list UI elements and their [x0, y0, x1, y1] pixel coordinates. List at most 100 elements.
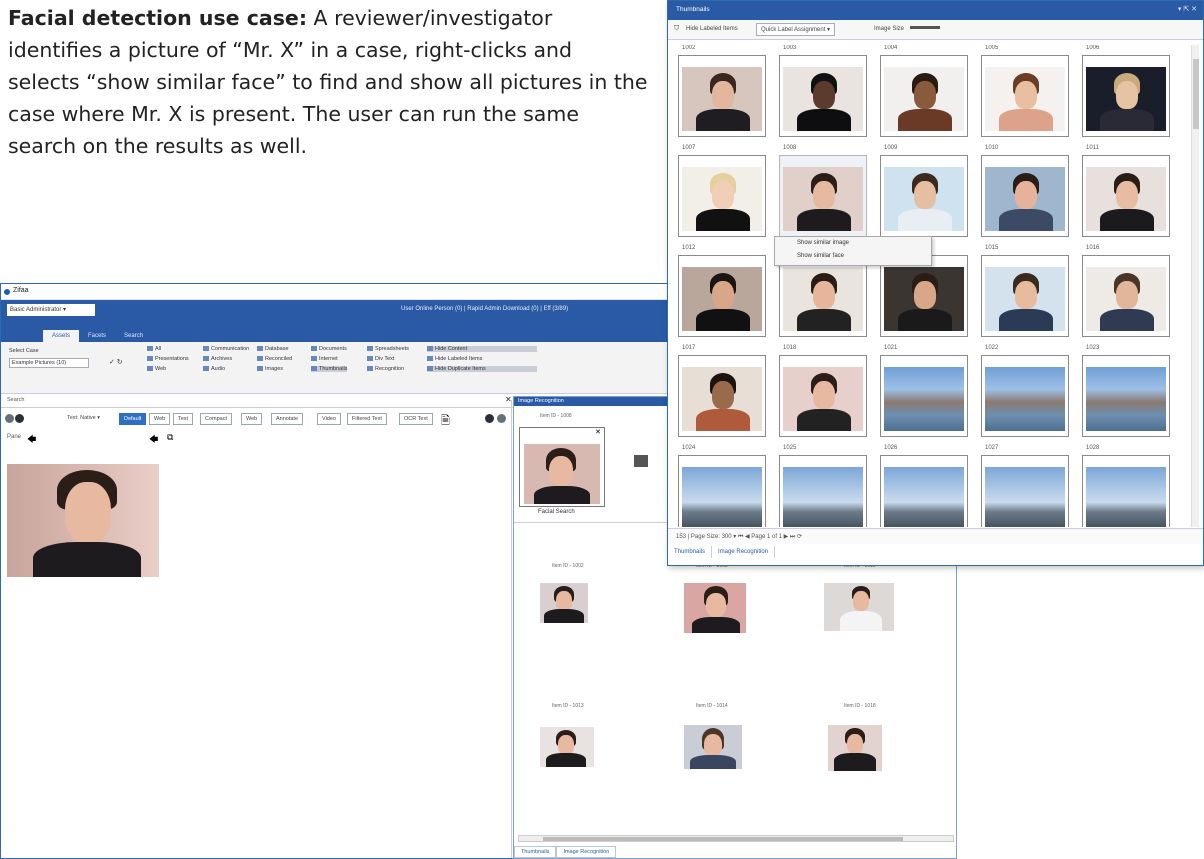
view-video[interactable]: Video [317, 413, 341, 425]
thumbnail-item[interactable]: 1005 [979, 45, 1075, 145]
view-default[interactable]: Default [119, 413, 147, 425]
tab-facets[interactable]: Facets [79, 330, 115, 342]
info-icon[interactable] [497, 414, 506, 423]
view-web-2[interactable]: Web [241, 413, 263, 425]
filter-reconciled[interactable]: Reconciled [257, 356, 292, 362]
thumbnail-item[interactable]: 1015 [979, 245, 1075, 345]
vertical-scrollbar[interactable] [1191, 45, 1199, 527]
thumbnail-item[interactable]: 1006 [1080, 45, 1176, 145]
view-compact[interactable]: Compact [200, 413, 233, 425]
filter-presentations[interactable]: Presentations [147, 356, 189, 362]
result-image-6[interactable] [828, 725, 882, 771]
tab-image-recognition[interactable]: Image Recognition [712, 546, 776, 558]
thumbnail-item[interactable]: 1002 [676, 45, 772, 145]
tab-image-recognition[interactable]: Image Recognition [556, 846, 617, 858]
thumbnail-item[interactable]: 1010 [979, 145, 1075, 245]
scrollbar-thumb[interactable] [543, 837, 903, 841]
thumbnail-item[interactable]: 1023 [1080, 345, 1176, 445]
window-controls-icon[interactable]: ▾ ⇱ ✕ [1178, 5, 1197, 13]
thumbnail-image [884, 467, 964, 527]
thumbnail-item[interactable]: 1007 [676, 145, 772, 245]
filter-database[interactable]: Database [257, 346, 289, 352]
tab-search[interactable]: Search [115, 330, 152, 342]
image-size-slider[interactable] [910, 26, 940, 29]
record-icon[interactable] [15, 414, 24, 423]
eye-icon[interactable]: ⛉ [674, 25, 679, 33]
toggle-hide-content[interactable]: Hide Content [427, 346, 537, 352]
close-icon[interactable]: ✕ [595, 428, 601, 436]
thumbnail-item[interactable]: 1022 [979, 345, 1075, 445]
arrow-left-icon[interactable]: 🡄 [27, 432, 36, 448]
tab-thumbnails[interactable]: Thumbnails [668, 546, 713, 558]
thumbnail-item[interactable]: 1027 [979, 445, 1075, 527]
toggle-hide-duplicates[interactable]: Hide Duplicate Items [427, 366, 537, 372]
thumbnail-item[interactable]: 1025 [777, 445, 873, 527]
thumbnail-image [783, 267, 863, 331]
view-annotate[interactable]: Annotate [271, 413, 304, 425]
workspace-select[interactable]: Basic Administrator ▾ [7, 304, 95, 316]
filter-div-text[interactable]: Div Text [367, 356, 394, 362]
thumbnail-item[interactable]: 1028 [1080, 445, 1176, 527]
filter-archives[interactable]: Archives [203, 356, 232, 362]
add-image-icon[interactable] [634, 455, 648, 467]
thumbnail-item[interactable]: 1017 [676, 345, 772, 445]
arrow-left-icon-2[interactable]: 🡄 [149, 432, 158, 448]
thumbnail-item[interactable]: 1016 [1080, 245, 1176, 345]
document-icon[interactable]: 🗎 [441, 412, 450, 431]
result-label-6: Item ID - 1018 [844, 703, 876, 709]
toggle-hide-labeled[interactable]: Hide Labeled Items [427, 356, 537, 362]
thumbnail-item[interactable]: 1024 [676, 445, 772, 527]
result-image-3[interactable] [824, 583, 894, 631]
menu-show-similar-image[interactable]: Show similar image [775, 237, 931, 250]
quick-label-select[interactable]: Quick Label Assignment ▾ [756, 23, 836, 36]
thumbnail-item[interactable]: 1012 [676, 245, 772, 345]
filter-documents[interactable]: Documents [311, 346, 347, 352]
view-text[interactable]: Text [173, 413, 194, 425]
menu-show-similar-face[interactable]: Show similar face [775, 250, 931, 263]
thumbnail-image [1086, 167, 1166, 231]
thumbnail-image [783, 367, 863, 431]
pager[interactable]: 153 | Page Size: 300 ▾ ⏮ ◀ Page 1 of 1 ▶… [668, 528, 1203, 544]
tab-thumbnails[interactable]: Thumbnails [514, 846, 557, 858]
thumbnail-item[interactable]: 1003 [777, 45, 873, 145]
search-input[interactable]: Search [7, 397, 24, 403]
thumbnail-id: 1003 [783, 45, 797, 51]
case-select[interactable]: Example Pictures (10) [9, 358, 89, 368]
text-mode-select[interactable]: Text: Native ▾ [63, 413, 105, 425]
thumbnail-item[interactable]: 1008 [777, 145, 873, 245]
filter-communication[interactable]: Communication [203, 346, 249, 352]
result-image-4[interactable] [540, 727, 594, 767]
filter-recognition[interactable]: Recognition [367, 366, 404, 372]
thumbnail-image [682, 67, 762, 131]
nav-icon[interactable] [5, 414, 14, 423]
view-web[interactable]: Web [149, 413, 171, 425]
filter-all[interactable]: All [147, 346, 161, 352]
view-filtered-text[interactable]: Filtered Text [347, 413, 387, 425]
filter-images[interactable]: Images [257, 366, 283, 372]
source-image-card[interactable]: ✕ [519, 427, 605, 507]
horizontal-scrollbar[interactable] [518, 835, 954, 842]
thumbnail-item[interactable]: 1004 [878, 45, 974, 145]
thumbnail-item[interactable]: 1009 [878, 145, 974, 245]
result-image-2[interactable] [684, 583, 746, 633]
result-image-1[interactable] [540, 583, 588, 623]
settings-icon[interactable] [485, 414, 494, 423]
result-image-5[interactable] [684, 725, 742, 769]
copy-icon[interactable]: ⧉ [167, 432, 173, 443]
scrollbar-thumb[interactable] [1193, 59, 1199, 129]
hide-labeled-button[interactable]: Hide Labeled Items [686, 26, 738, 32]
thumbnail-item[interactable]: 1021 [878, 345, 974, 445]
thumbnail-item[interactable]: 1026 [878, 445, 974, 527]
filter-thumbnails[interactable]: Thumbnails [311, 366, 348, 372]
filter-internet[interactable]: Internet [311, 356, 338, 362]
tab-assets[interactable]: Assets [43, 330, 80, 342]
thumbnail-id: 1025 [783, 445, 797, 451]
refresh-icon[interactable]: ✓ ↻ [109, 358, 123, 366]
filter-web[interactable]: Web [147, 366, 166, 372]
filter-spreadsheets[interactable]: Spreadsheets [367, 346, 409, 352]
thumbnail-id: 1017 [682, 345, 696, 351]
thumbnail-item[interactable]: 1018 [777, 345, 873, 445]
view-ocr-text[interactable]: OCR Text [399, 413, 433, 425]
filter-audio[interactable]: Audio [203, 366, 225, 372]
thumbnail-item[interactable]: 1011 [1080, 145, 1176, 245]
